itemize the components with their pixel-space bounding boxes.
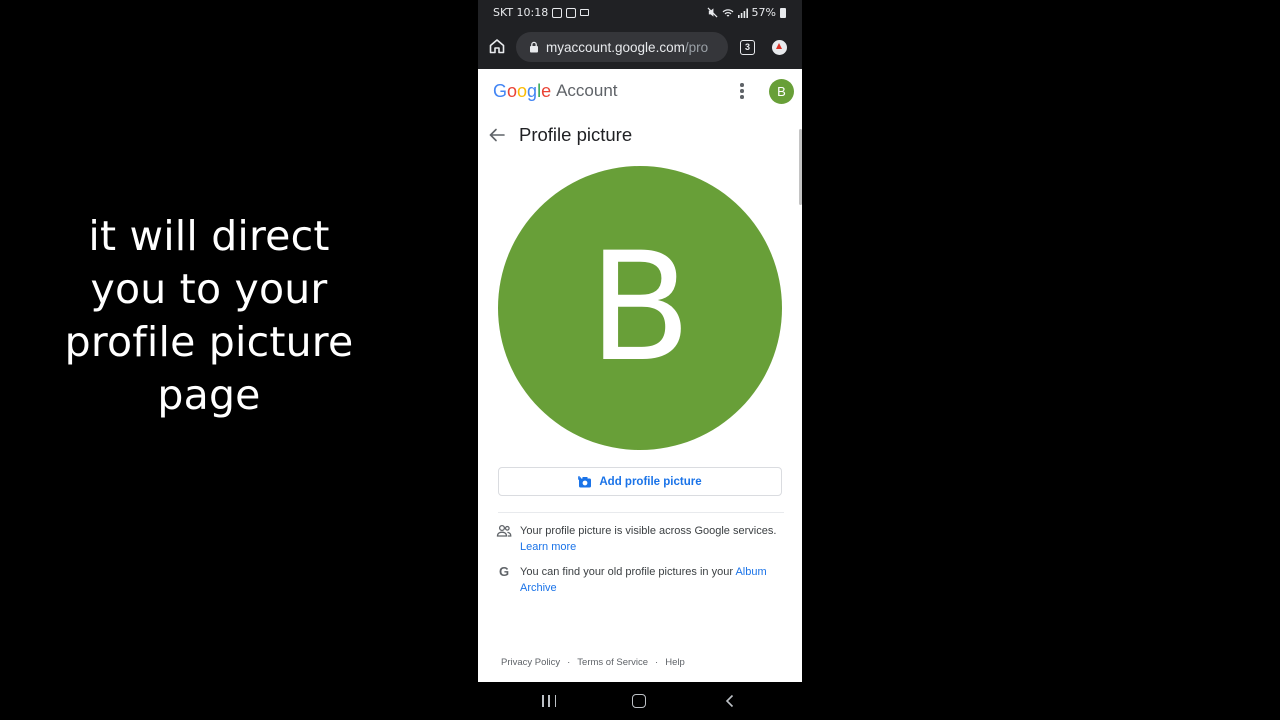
url-path: /pro (684, 39, 709, 55)
signal-icon (737, 8, 748, 18)
app-notification-icon (566, 7, 577, 18)
gallery-notification-icon (552, 7, 563, 18)
add-profile-picture-label: Add profile picture (599, 475, 702, 488)
wifi-icon (722, 8, 733, 17)
home-icon[interactable] (488, 37, 506, 55)
album-archive-text: You can find your old profile pictures i… (520, 566, 733, 578)
phone-screen: SKT 10:18 57% myaccount.google.com /pro … (478, 0, 802, 720)
caption-line-1: it will direct (88, 212, 330, 260)
caption-line-3: profile picture (64, 318, 354, 366)
account-avatar[interactable]: B (769, 79, 794, 104)
page-title: Profile picture (519, 124, 633, 145)
url-host: myaccount.google.com (546, 39, 685, 55)
logo-letter: g (527, 81, 538, 101)
carrier-time: SKT 10:18 (493, 6, 549, 19)
people-icon (496, 524, 512, 537)
logo-letter: o (507, 81, 518, 101)
status-bar: SKT 10:18 57% (478, 0, 802, 25)
caption-line-4: page (157, 371, 261, 419)
update-chrome-icon[interactable] (772, 40, 787, 55)
profile-picture-avatar: B (498, 166, 782, 450)
google-g-icon: G (498, 564, 510, 579)
back-nav-icon[interactable] (723, 694, 737, 708)
logo-letter: o (517, 81, 528, 101)
logo-letter: G (493, 81, 508, 101)
add-photo-icon (578, 475, 592, 487)
video-caption: it will direct you to your profile pictu… (30, 210, 388, 422)
logo-letter: e (541, 81, 552, 101)
terms-of-service-link[interactable]: Terms of Service (577, 657, 648, 668)
google-account-logo[interactable]: Google Account (493, 81, 618, 102)
album-archive-info: G You can find your old profile pictures… (496, 564, 786, 596)
help-link[interactable]: Help (665, 657, 685, 668)
video-notification-icon (580, 9, 590, 16)
home-nav-icon[interactable] (632, 694, 646, 708)
account-label: Account (556, 81, 618, 100)
google-account-header: Google Account B (478, 69, 802, 113)
battery-icon (780, 7, 786, 18)
more-options-icon[interactable] (740, 83, 744, 99)
footer: Privacy Policy · Terms of Service · Help (501, 657, 685, 668)
page-header: Profile picture (478, 119, 802, 151)
back-arrow-icon[interactable] (488, 127, 506, 143)
visibility-info: Your profile picture is visible across G… (496, 523, 786, 555)
recents-icon[interactable] (542, 695, 556, 707)
mute-icon (707, 7, 718, 18)
address-bar[interactable]: myaccount.google.com/pro (516, 32, 728, 62)
learn-more-link[interactable]: Learn more (520, 541, 576, 553)
album-archive-info-text: You can find your old profile pictures i… (520, 564, 786, 596)
tab-switcher-button[interactable]: 3 (740, 40, 755, 55)
visibility-info-text: Your profile picture is visible across G… (520, 523, 786, 555)
android-nav-bar (478, 682, 802, 720)
privacy-policy-link[interactable]: Privacy Policy (501, 657, 560, 668)
divider (498, 512, 784, 513)
caption-line-2: you to your (90, 265, 328, 313)
lock-icon (530, 41, 538, 53)
visibility-text: Your profile picture is visible across G… (520, 525, 777, 537)
footer-separator: · (567, 657, 571, 668)
footer-separator: · (655, 657, 659, 668)
battery-level: 57% (751, 6, 776, 19)
browser-toolbar: myaccount.google.com/pro 3 (478, 25, 802, 69)
page-content: Google Account B Profile picture B Add p… (478, 69, 802, 682)
add-profile-picture-button[interactable]: Add profile picture (498, 467, 782, 496)
